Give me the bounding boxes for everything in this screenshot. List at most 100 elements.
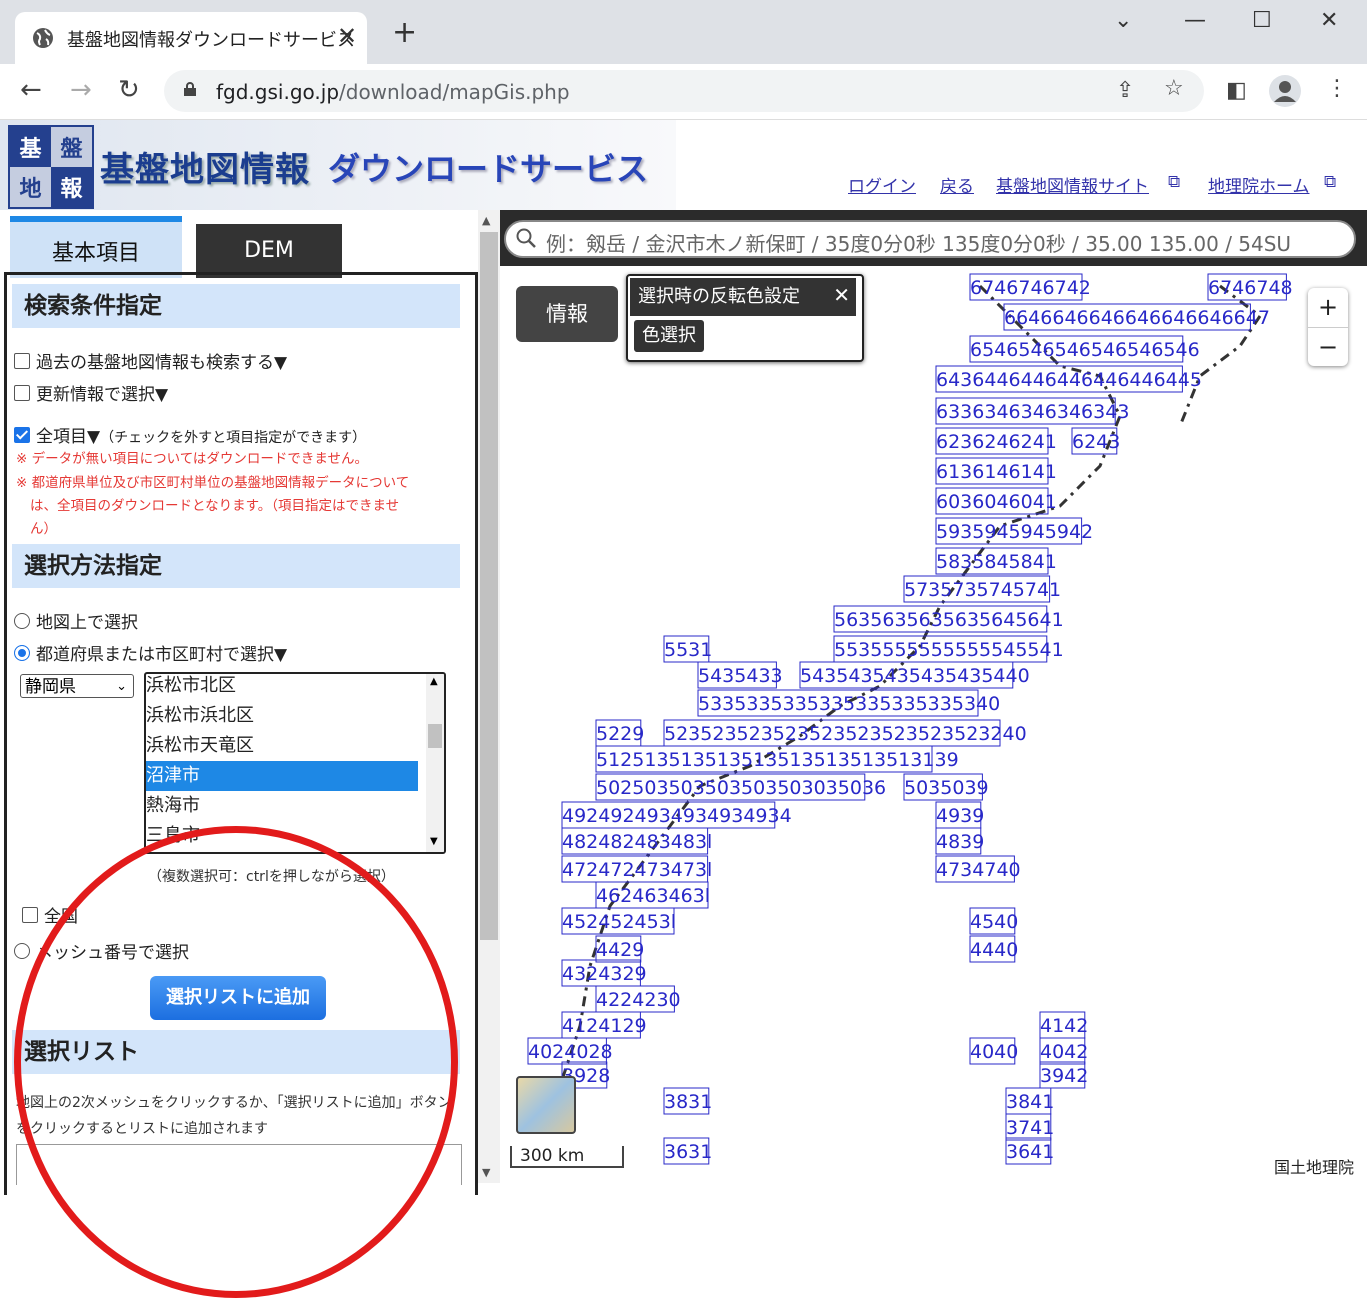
place-search-input[interactable]: 例：剱岳 / 金沢市木ノ新保町 / 35度0分0秒 135度0分0秒 / 35.…	[504, 220, 1356, 258]
mesh-label: 5531	[664, 639, 712, 661]
mesh-label: 4540	[970, 911, 1018, 933]
mesh-label: 6546546546546546546	[970, 339, 1200, 361]
forward-icon[interactable]: →	[70, 76, 92, 104]
scroll-down-icon[interactable]: ▼	[430, 836, 438, 847]
zoom-in-button[interactable]: +	[1308, 288, 1348, 328]
mesh-label: 523523523523523523523523523240	[664, 723, 1027, 745]
radio[interactable]	[14, 943, 30, 959]
page-scroll-thumb[interactable]	[480, 232, 498, 940]
list-item[interactable]: 浜松市天竜区	[146, 731, 418, 761]
login-link[interactable]: ログイン	[848, 172, 916, 197]
mesh-label: 6243	[1072, 431, 1120, 453]
all-items-option[interactable]: 全項目▼（チェックを外すと項目指定ができます）	[14, 422, 366, 447]
zoom-out-button[interactable]: −	[1308, 328, 1348, 367]
tab-dem[interactable]: DEM	[196, 224, 342, 278]
browser-tab[interactable]: 基盤地図情報ダウンロードサービス ✕	[15, 12, 367, 64]
search-placeholder: 例：剱岳 / 金沢市木ノ新保町 / 35度0分0秒 135度0分0秒 / 35.…	[546, 232, 1292, 256]
japan-mesh-map[interactable]: 6746746742 6746748 6646646646646646646647 6…	[500, 266, 1367, 1183]
popup-title: 選択時の反転色設定	[630, 278, 856, 316]
mesh-label: 6136146141	[936, 461, 1057, 483]
tab-close-icon[interactable]: ✕	[337, 22, 357, 50]
checkbox[interactable]	[14, 385, 30, 401]
share-icon[interactable]: ⇪	[1116, 78, 1134, 103]
color-select-button[interactable]: 色選択	[634, 320, 704, 352]
checkbox[interactable]	[22, 907, 38, 923]
checkbox[interactable]	[14, 353, 30, 369]
external-link-icon: ⧉	[1168, 172, 1181, 192]
mesh-label: 6336346346346343	[936, 401, 1129, 423]
nationwide-label: 全国	[44, 907, 78, 927]
mesh-label: 3641	[1006, 1141, 1054, 1163]
info-button[interactable]: 情報	[516, 286, 618, 342]
checkbox-checked[interactable]	[14, 427, 30, 443]
fgd-site-link[interactable]: 基盤地図情報サイト	[996, 172, 1149, 197]
list-item[interactable]: 浜松市浜北区	[146, 701, 418, 731]
radio-checked[interactable]	[14, 645, 30, 661]
mesh-label: 4324329	[562, 963, 647, 985]
mesh-label: 5735735745741	[904, 579, 1061, 601]
mesh-label: 5229	[596, 723, 644, 745]
tab-search-icon[interactable]: ⌄	[1114, 8, 1132, 33]
mesh-label: 4734740	[936, 859, 1021, 881]
minimize-button[interactable]: —	[1184, 8, 1206, 33]
mesh-label: 3942	[1040, 1065, 1088, 1087]
mesh-label: 4042	[1040, 1041, 1088, 1063]
close-window-button[interactable]: ✕	[1320, 8, 1338, 33]
select-by-prefecture-option[interactable]: 都道府県または市区町村で選択▼	[14, 640, 287, 665]
past-data-option[interactable]: 過去の基盤地図情報も検索する▼	[14, 348, 287, 373]
scroll-up-icon[interactable]: ▲	[482, 214, 490, 227]
map-area[interactable]: 6746746742 6746748 6646646646646646646647 6…	[500, 210, 1367, 1183]
prefecture-value: 静岡県	[25, 677, 76, 697]
maximize-button[interactable]: ☐	[1252, 8, 1272, 33]
nationwide-option[interactable]: 全国	[22, 902, 78, 927]
page-scrollbar[interactable]: ▲ ▼	[478, 210, 500, 1183]
listbox-scroll-thumb[interactable]	[428, 724, 442, 748]
selection-list-heading: 選択リスト	[12, 1030, 460, 1074]
address-bar-row: ← → ↻ fgd.gsi.go.jp/download/mapGis.php …	[0, 64, 1367, 120]
scroll-up-icon[interactable]: ▲	[430, 676, 438, 687]
list-item-selected[interactable]: 沼津市	[146, 761, 418, 791]
list-item[interactable]: 熱海市	[146, 791, 418, 821]
listbox-scrollbar[interactable]: ▲ ▼	[426, 674, 444, 852]
new-tab-button[interactable]: +	[392, 18, 417, 48]
close-icon[interactable]: ✕	[833, 276, 850, 314]
prefecture-select[interactable]: 静岡県 ⌄	[20, 674, 134, 698]
side-panel-icon[interactable]: ◧	[1226, 78, 1247, 103]
mesh-label: 4939	[936, 805, 984, 827]
mesh-label: 4839	[936, 831, 984, 853]
selection-list-box[interactable]	[16, 1144, 462, 1185]
scroll-down-icon[interactable]: ▼	[482, 1166, 490, 1179]
back-icon[interactable]: ←	[20, 76, 42, 104]
list-item[interactable]: 三島市	[146, 821, 418, 851]
url-field[interactable]: fgd.gsi.go.jp/download/mapGis.php ⇪ ☆	[164, 70, 1204, 112]
add-to-list-button[interactable]: 選択リストに追加	[150, 976, 326, 1020]
site-logo: 基 盤 地 報	[8, 125, 94, 209]
mesh-grid[interactable]: 6746746742 6746748 6646646646646646646647 6…	[527, 273, 1293, 1165]
select-on-map-option[interactable]: 地図上で選択	[14, 608, 138, 633]
back-link[interactable]: 戻る	[940, 172, 974, 197]
mesh-label: 3841	[1006, 1091, 1054, 1113]
site-header: 基 盤 地 報 基盤地図情報 ダウンロードサービス ログイン 戻る 基盤地図情報…	[0, 120, 1367, 210]
all-items-hint: （チェックを外すと項目指定ができます）	[100, 430, 367, 446]
mesh-label: 6646646646646646646647	[1004, 307, 1270, 329]
mesh-label: 512513513513513513513513513139	[596, 749, 959, 771]
municipality-listbox[interactable]: 浜松市北区 浜松市浜北区 浜松市天竜区 沼津市 熱海市 三島市 ▲ ▼	[144, 672, 446, 854]
profile-avatar-icon[interactable]	[1268, 74, 1302, 108]
mesh-label: 482482483483l	[562, 831, 712, 853]
logo-char: 基	[10, 127, 51, 167]
external-link-icon: ⧉	[1324, 172, 1337, 192]
select-by-mesh-option[interactable]: メッシュ番号で選択	[14, 938, 189, 963]
menu-icon[interactable]: ⋮	[1326, 76, 1348, 101]
selection-method-heading: 選択方法指定	[12, 544, 460, 588]
list-item[interactable]: 浜松市北区	[146, 674, 418, 701]
update-info-option[interactable]: 更新情報で選択▼	[14, 380, 168, 405]
tab-basic-items[interactable]: 基本項目	[10, 216, 182, 278]
basemap-switcher[interactable]	[516, 1076, 576, 1134]
bookmark-star-icon[interactable]: ☆	[1164, 76, 1184, 101]
tab-title: 基盤地図情報ダウンロードサービス	[67, 30, 355, 51]
reload-icon[interactable]: ↻	[118, 76, 140, 104]
update-info-label: 更新情報で選択▼	[36, 385, 169, 405]
gsi-home-link[interactable]: 地理院ホーム	[1208, 172, 1310, 197]
radio[interactable]	[14, 613, 30, 629]
note-prefecture-2: は、全項目のダウンロードとなります。（項目指定はできませ	[30, 498, 400, 514]
